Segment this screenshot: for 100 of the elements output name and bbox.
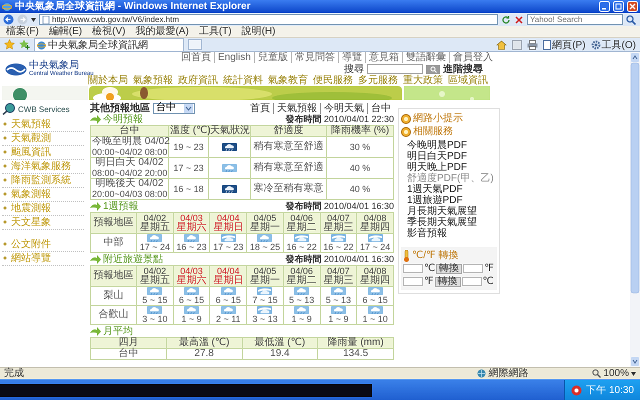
minimize-button[interactable]: [599, 1, 610, 12]
advanced-search-link[interactable]: 進階搜尋: [443, 64, 483, 74]
caret-icon: [31, 18, 36, 22]
menu-item[interactable]: 說明(H): [242, 26, 276, 37]
print-icon[interactable]: [527, 40, 538, 50]
converter-title: ℃/℉ 轉換: [412, 250, 458, 261]
tray-icon[interactable]: [571, 384, 582, 396]
temperature-text: 6 ~ 15: [214, 295, 242, 305]
menu-item[interactable]: 工具(T): [198, 26, 232, 37]
address-field[interactable]: http://www.cwb.gov.tw/V6/index.htm: [39, 14, 498, 25]
menu-item[interactable]: 編輯(E): [48, 26, 82, 37]
weekday-text: 星期六: [176, 223, 208, 233]
nav-link[interactable]: 關於本局: [88, 75, 128, 86]
page-menu-button[interactable]: 網頁(P): [543, 38, 586, 52]
rain-cloud-icon: [330, 287, 346, 295]
menu-item[interactable]: 檢視(V): [92, 26, 126, 37]
search-field[interactable]: [367, 64, 423, 74]
star-icon[interactable]: [4, 39, 15, 50]
cloud-icon: [220, 234, 236, 242]
top-link[interactable]: 意見箱: [364, 52, 402, 63]
temperature-text: 17 ~ 23: [173, 162, 204, 172]
nav-link[interactable]: 氣象預報: [133, 75, 173, 86]
temperature-text: 16 ~ 23: [175, 242, 208, 252]
cloud-icon: [257, 287, 272, 295]
temperature-field[interactable]: [463, 264, 484, 273]
unit-label: ℉: [424, 276, 434, 286]
column-header: 最低溫 (℃): [254, 337, 306, 348]
arrow-icon: [90, 202, 101, 211]
caret-icon: [184, 104, 193, 112]
search-button[interactable]: [426, 64, 440, 74]
comfort-text: 稍有寒意至舒適: [254, 162, 324, 173]
temperature-text: 5 ~ 13: [288, 295, 316, 305]
breadcrumb-link[interactable]: 天氣預報: [273, 102, 320, 114]
taskbar-button[interactable]: [0, 384, 372, 396]
convert-button[interactable]: 轉換: [434, 276, 461, 286]
top-link[interactable]: 會員登入: [448, 52, 496, 63]
globe-icon: [477, 369, 486, 378]
temperature-text: 17 ~ 23: [212, 242, 244, 252]
stop-icon[interactable]: [514, 14, 524, 24]
temperature-text: 7 ~ 15: [251, 295, 279, 305]
nav-link[interactable]: 重大政策: [403, 75, 443, 86]
temperature-text: 5 ~ 15: [141, 295, 168, 305]
service-link[interactable]: 明天晚上PDF: [407, 162, 497, 173]
service-link[interactable]: 1週天氣PDF: [407, 184, 497, 195]
search-field[interactable]: Yahoo! Search: [527, 14, 623, 25]
nav-link[interactable]: 便民服務: [313, 75, 353, 86]
rain-cloud-icon: [184, 234, 200, 242]
column-header: 溫度 (℃): [170, 125, 211, 136]
refresh-icon[interactable]: [501, 14, 511, 24]
nav-link[interactable]: 政府資訊: [178, 75, 218, 86]
nav-link[interactable]: 氣象教育: [268, 75, 308, 86]
service-link[interactable]: 今晚明晨PDF: [407, 140, 497, 151]
rain-chance-text: 40 %: [350, 162, 370, 172]
column-header: 降雨機率 (%): [330, 125, 390, 136]
breadcrumb-link[interactable]: 今明天氣: [320, 102, 367, 114]
service-link[interactable]: 季長期天氣展望: [407, 217, 497, 228]
temperature-field[interactable]: [462, 277, 482, 286]
date-text: 04/03: [180, 213, 203, 223]
top-link[interactable]: English: [214, 52, 254, 63]
back-button[interactable]: [3, 14, 14, 25]
close-button[interactable]: [627, 1, 638, 12]
time-range-text: 08:00~04/02 20:00: [92, 168, 167, 178]
browser-tab[interactable]: 中央氣象局全球資訊網: [34, 38, 184, 51]
breadcrumb-link[interactable]: 台中: [367, 102, 394, 114]
menu-item[interactable]: 我的最愛(A): [135, 26, 189, 37]
rain-cloud-icon: [294, 306, 310, 314]
temperature-text: 1 ~ 9: [180, 314, 203, 324]
service-link[interactable]: 明日白天PDF: [407, 151, 497, 162]
nav-link[interactable]: 統計資料: [223, 75, 263, 86]
menu-item[interactable]: 檔案(F): [6, 26, 39, 37]
star-plus-icon[interactable]: [19, 39, 30, 50]
top-link[interactable]: 常見問答: [290, 52, 338, 63]
top-link[interactable]: 雙語辭彙: [402, 52, 449, 63]
temperature-text: 19 ~ 23: [173, 142, 204, 152]
zoom-level[interactable]: 100%: [603, 368, 629, 378]
convert-button[interactable]: 轉換: [436, 264, 462, 274]
region-dropdown[interactable]: 台中: [153, 102, 195, 114]
nav-link[interactable]: 區域資訊: [448, 75, 488, 86]
temperature-text: 2 ~ 11: [214, 314, 242, 324]
tools-menu-button[interactable]: 工具(O): [590, 38, 636, 52]
service-link[interactable]: 影音預報: [407, 228, 497, 239]
column-header: 降雨量 (mm): [328, 337, 384, 348]
service-link[interactable]: 月長期天氣展望: [407, 206, 497, 217]
service-link[interactable]: 舒適度PDF(甲、乙): [407, 173, 497, 184]
weekday-text: 星期一: [248, 223, 281, 233]
service-link[interactable]: 1週旅遊PDF: [407, 195, 497, 206]
temperature-field[interactable]: [403, 264, 423, 273]
date-text: 04/02: [144, 266, 166, 276]
weekday-text: 星期四: [359, 276, 392, 286]
home-icon[interactable]: [496, 40, 508, 50]
search-icon[interactable]: [626, 14, 637, 24]
top-link[interactable]: 回首頁: [178, 52, 214, 63]
temperature-field[interactable]: [403, 277, 423, 286]
maximize-button[interactable]: [613, 1, 624, 12]
temperature-text: 16 ~ 22: [286, 242, 318, 252]
column-header: 四月: [118, 337, 138, 348]
region-name: 梨山: [104, 290, 124, 301]
nav-link[interactable]: 多元服務: [358, 75, 398, 86]
breadcrumb-link[interactable]: 首頁: [247, 102, 273, 114]
weekday-text: 星期六: [176, 276, 208, 286]
